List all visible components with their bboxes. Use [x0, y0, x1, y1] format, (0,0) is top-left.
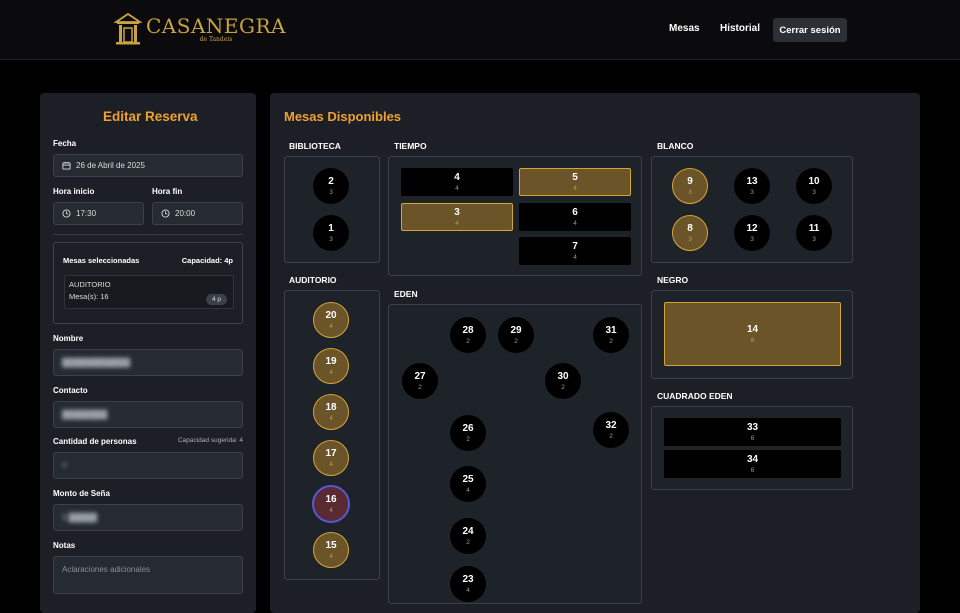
table-9[interactable]: 93	[672, 168, 708, 204]
nombre-label: Nombre	[53, 334, 84, 343]
contacto-label: Contacto	[53, 386, 88, 395]
fecha-field[interactable]: 26 de Abril de 2025	[53, 154, 243, 177]
table-15[interactable]: 15 4	[313, 532, 349, 568]
sena-label: Monto de Seña	[53, 489, 110, 498]
panel-title: Editar Reserva	[103, 109, 198, 124]
cantidad-label: Cantidad de personas	[53, 437, 137, 446]
zone-label-cuadrado-eden: CUADRADO EDEN	[657, 391, 733, 401]
zone-label-auditorio: AUDITORIO	[289, 275, 337, 285]
table-33[interactable]: 33 6	[664, 418, 841, 446]
cantidad-input[interactable]: 4	[53, 452, 243, 479]
top-navbar: CASANEGRA de Tandeis Mesas Historial Cer…	[0, 0, 960, 60]
notas-textarea[interactable]: Aclaraciones adicionales	[53, 556, 243, 594]
table-31[interactable]: 31 2	[593, 317, 629, 353]
table-5[interactable]: 54	[519, 168, 631, 196]
zone-label-blanco: BLANCO	[657, 141, 694, 151]
table-16[interactable]: 16 4	[312, 485, 350, 523]
hora-inicio-field[interactable]: 17:30	[53, 202, 144, 225]
logout-button[interactable]: Cerrar sesión	[773, 18, 847, 42]
table-20[interactable]: 20 4	[313, 302, 349, 338]
selected-table-card: AUDITORIO Mesa(s): 16 4 p	[64, 275, 234, 309]
mesas-seleccionadas-label: Mesas seleccionadas	[63, 256, 140, 265]
zone-label-biblioteca: BIBLIOTECA	[289, 141, 341, 151]
table-24[interactable]: 24 2	[450, 518, 486, 554]
table-19[interactable]: 19 4	[313, 348, 349, 384]
clock-icon	[62, 209, 71, 218]
table-10[interactable]: 10 3	[796, 168, 832, 204]
edit-reservation-panel: Editar Reserva Fecha 26 de Abril de 2025…	[40, 93, 256, 613]
selected-tables: Mesa(s): 16	[69, 292, 109, 301]
table-32[interactable]: 32 2	[593, 412, 629, 448]
sena-input[interactable]: $ █████	[53, 504, 243, 531]
zone-label-negro: NEGRO	[657, 275, 689, 285]
table-13[interactable]: 13 3	[734, 168, 770, 204]
hora-inicio-value: 17:30	[76, 209, 97, 218]
table-12[interactable]: 12 3	[734, 215, 770, 251]
nombre-input[interactable]: ████████████	[53, 349, 243, 376]
table-2[interactable]: 23	[313, 168, 349, 204]
table-34[interactable]: 34 6	[664, 450, 841, 478]
capacity-label: Capacidad: 4p	[181, 256, 233, 265]
tables-panel: Mesas Disponibles BIBLIOTECA TIEMPO BLAN…	[270, 93, 920, 613]
notas-label: Notas	[53, 541, 76, 550]
zone-label-eden: EDEN	[394, 289, 418, 299]
hora-fin-label: Hora fin	[152, 187, 183, 196]
selected-zone: AUDITORIO	[69, 280, 111, 289]
table-27[interactable]: 27 2	[402, 363, 438, 399]
sena-value: $ █████	[62, 513, 98, 522]
selected-tables-box: Mesas seleccionadas Capacidad: 4p AUDITO…	[53, 242, 243, 324]
brand-name: CASANEGRA	[146, 14, 286, 38]
notas-placeholder: Aclaraciones adicionales	[62, 565, 151, 574]
table-28[interactable]: 28 2	[450, 317, 486, 353]
nombre-value: ████████████	[62, 358, 131, 367]
table-26[interactable]: 26 2	[450, 415, 486, 451]
table-8[interactable]: 83	[672, 215, 708, 251]
brand-subtitle: de Tandeis	[199, 36, 233, 43]
table-6[interactable]: 64	[519, 203, 631, 231]
table-7[interactable]: 74	[519, 237, 631, 265]
cantidad-hint: Capacidad sugerida: 4	[177, 437, 243, 444]
fecha-label: Fecha	[53, 139, 77, 148]
table-23[interactable]: 23 4	[450, 566, 486, 602]
clock-icon	[161, 209, 170, 218]
tables-panel-title: Mesas Disponibles	[284, 109, 402, 124]
table-11[interactable]: 11 3	[796, 215, 832, 251]
calendar-icon	[62, 161, 71, 170]
divider	[53, 234, 243, 235]
contacto-value: ████████	[62, 410, 108, 419]
nav-mesas[interactable]: Mesas	[669, 23, 700, 34]
table-1[interactable]: 13	[313, 215, 349, 251]
table-25[interactable]: 25 4	[450, 466, 486, 502]
zone-label-tiempo: TIEMPO	[394, 141, 427, 151]
capacity-badge: 4 p	[205, 294, 227, 305]
table-29[interactable]: 29 2	[498, 317, 534, 353]
hora-fin-field[interactable]: 20:00	[152, 202, 243, 225]
table-18[interactable]: 18 4	[313, 394, 349, 430]
table-4[interactable]: 44	[401, 168, 513, 196]
table-30[interactable]: 30 2	[545, 363, 581, 399]
contacto-input[interactable]: ████████	[53, 401, 243, 428]
table-14[interactable]: 14 8	[664, 302, 841, 366]
brand-logo[interactable]: CASANEGRA de Tandeis	[114, 12, 286, 46]
table-3[interactable]: 34	[401, 203, 513, 231]
nav-historial[interactable]: Historial	[720, 23, 760, 34]
building-icon	[114, 12, 142, 45]
fecha-value: 26 de Abril de 2025	[76, 161, 145, 170]
hora-fin-value: 20:00	[175, 209, 196, 218]
table-17[interactable]: 17 4	[313, 440, 349, 476]
hora-inicio-label: Hora inicio	[53, 187, 95, 196]
cantidad-value: 4	[62, 461, 67, 470]
